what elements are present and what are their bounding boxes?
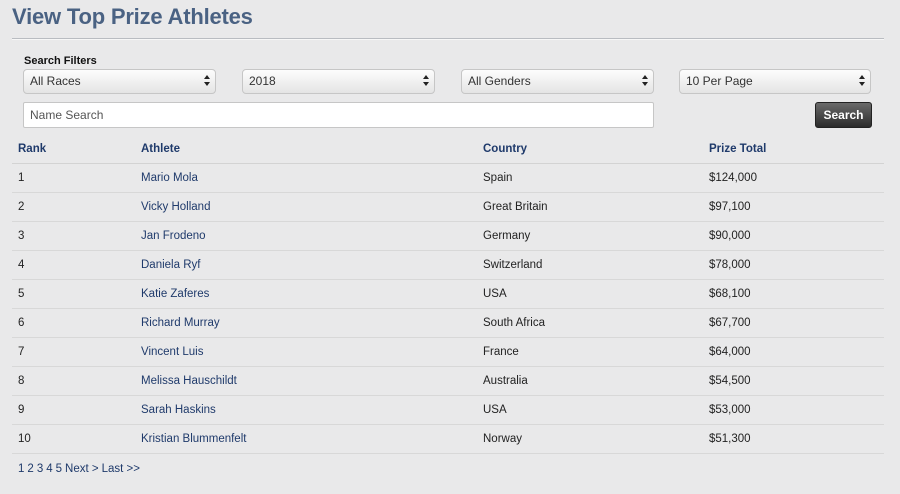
table-row: 7 Vincent Luis France $64,000 bbox=[12, 337, 884, 367]
year-select-value: 2018 bbox=[249, 74, 276, 88]
athlete-link[interactable]: Kristian Blummenfelt bbox=[141, 433, 246, 445]
athlete-link[interactable]: Mario Mola bbox=[141, 172, 198, 184]
pagination: 1 2 3 4 5 Next > Last >> bbox=[18, 463, 143, 475]
athlete-link[interactable]: Richard Murray bbox=[141, 317, 220, 329]
last-page-link[interactable]: Last >> bbox=[102, 463, 140, 475]
prize-cell: $54,500 bbox=[703, 366, 884, 396]
table-row: 5 Katie Zaferes USA $68,100 bbox=[12, 279, 884, 309]
prize-cell: $67,700 bbox=[703, 308, 884, 338]
athlete-cell: Melissa Hauschildt bbox=[135, 366, 477, 396]
prize-cell: $53,000 bbox=[703, 395, 884, 425]
athlete-link[interactable]: Katie Zaferes bbox=[141, 288, 209, 300]
name-search-input[interactable] bbox=[23, 102, 654, 128]
country-cell: USA bbox=[477, 395, 703, 425]
prize-cell: $124,000 bbox=[703, 163, 884, 193]
prize-cell: $90,000 bbox=[703, 221, 884, 251]
athlete-link[interactable]: Daniela Ryf bbox=[141, 259, 200, 271]
table-row: 6 Richard Murray South Africa $67,700 bbox=[12, 308, 884, 338]
country-cell: Australia bbox=[477, 366, 703, 396]
athlete-link[interactable]: Vincent Luis bbox=[141, 346, 203, 358]
country-cell: Great Britain bbox=[477, 192, 703, 222]
country-cell: Switzerland bbox=[477, 250, 703, 280]
page-link-1[interactable]: 1 bbox=[18, 463, 24, 475]
prize-cell: $78,000 bbox=[703, 250, 884, 280]
country-cell: Spain bbox=[477, 163, 703, 193]
column-header-athlete[interactable]: Athlete bbox=[135, 134, 477, 164]
athlete-link[interactable]: Jan Frodeno bbox=[141, 230, 206, 242]
rank-cell: 7 bbox=[12, 337, 135, 367]
rank-cell: 2 bbox=[12, 192, 135, 222]
table-row: 3 Jan Frodeno Germany $90,000 bbox=[12, 221, 884, 251]
gender-select-value: All Genders bbox=[468, 74, 531, 88]
rank-cell: 1 bbox=[12, 163, 135, 193]
page-link-5[interactable]: 5 bbox=[56, 463, 62, 475]
per-page-select[interactable]: 10 Per Page bbox=[679, 69, 871, 94]
rank-cell: 9 bbox=[12, 395, 135, 425]
prize-cell: $51,300 bbox=[703, 424, 884, 454]
country-cell: Germany bbox=[477, 221, 703, 251]
rank-cell: 10 bbox=[12, 424, 135, 454]
table-header-row: Rank Athlete Country Prize Total bbox=[12, 134, 884, 164]
athlete-cell: Mario Mola bbox=[135, 163, 477, 193]
prize-cell: $64,000 bbox=[703, 337, 884, 367]
select-arrows-icon bbox=[204, 75, 210, 87]
gender-select[interactable]: All Genders bbox=[461, 69, 654, 94]
table-row: 1 Mario Mola Spain $124,000 bbox=[12, 163, 884, 193]
athlete-cell: Sarah Haskins bbox=[135, 395, 477, 425]
table-row: 8 Melissa Hauschildt Australia $54,500 bbox=[12, 366, 884, 396]
select-arrows-icon bbox=[642, 75, 648, 87]
athlete-link[interactable]: Melissa Hauschildt bbox=[141, 375, 237, 387]
year-select[interactable]: 2018 bbox=[242, 69, 435, 94]
page-title: View Top Prize Athletes bbox=[12, 4, 253, 29]
table-row: 9 Sarah Haskins USA $53,000 bbox=[12, 395, 884, 425]
rank-cell: 4 bbox=[12, 250, 135, 280]
athlete-cell: Daniela Ryf bbox=[135, 250, 477, 280]
race-select-value: All Races bbox=[30, 74, 81, 88]
rank-cell: 3 bbox=[12, 221, 135, 251]
prize-cell: $68,100 bbox=[703, 279, 884, 309]
search-filters-label: Search Filters bbox=[24, 55, 97, 67]
rank-cell: 5 bbox=[12, 279, 135, 309]
rank-cell: 6 bbox=[12, 308, 135, 338]
country-cell: France bbox=[477, 337, 703, 367]
column-header-prize-total[interactable]: Prize Total bbox=[703, 134, 884, 164]
athlete-link[interactable]: Vicky Holland bbox=[141, 201, 210, 213]
next-page-link[interactable]: Next > bbox=[65, 463, 99, 475]
country-cell: USA bbox=[477, 279, 703, 309]
results-table: Rank Athlete Country Prize Total 1 Mario… bbox=[12, 134, 884, 454]
athlete-link[interactable]: Sarah Haskins bbox=[141, 404, 216, 416]
page-link-2[interactable]: 2 bbox=[27, 463, 33, 475]
select-arrows-icon bbox=[423, 75, 429, 87]
athlete-cell: Jan Frodeno bbox=[135, 221, 477, 251]
race-select[interactable]: All Races bbox=[23, 69, 216, 94]
prize-cell: $97,100 bbox=[703, 192, 884, 222]
table-row: 2 Vicky Holland Great Britain $97,100 bbox=[12, 192, 884, 222]
title-divider bbox=[12, 38, 884, 40]
per-page-select-value: 10 Per Page bbox=[686, 74, 753, 88]
country-cell: Norway bbox=[477, 424, 703, 454]
page-link-4[interactable]: 4 bbox=[46, 463, 52, 475]
page-link-3[interactable]: 3 bbox=[37, 463, 43, 475]
search-button[interactable]: Search bbox=[815, 102, 872, 128]
table-row: 10 Kristian Blummenfelt Norway $51,300 bbox=[12, 424, 884, 454]
athlete-cell: Vicky Holland bbox=[135, 192, 477, 222]
column-header-country[interactable]: Country bbox=[477, 134, 703, 164]
athlete-cell: Kristian Blummenfelt bbox=[135, 424, 477, 454]
athlete-cell: Katie Zaferes bbox=[135, 279, 477, 309]
country-cell: South Africa bbox=[477, 308, 703, 338]
athlete-cell: Richard Murray bbox=[135, 308, 477, 338]
column-header-rank[interactable]: Rank bbox=[12, 134, 135, 164]
table-row: 4 Daniela Ryf Switzerland $78,000 bbox=[12, 250, 884, 280]
athlete-cell: Vincent Luis bbox=[135, 337, 477, 367]
select-arrows-icon bbox=[859, 75, 865, 87]
rank-cell: 8 bbox=[12, 366, 135, 396]
